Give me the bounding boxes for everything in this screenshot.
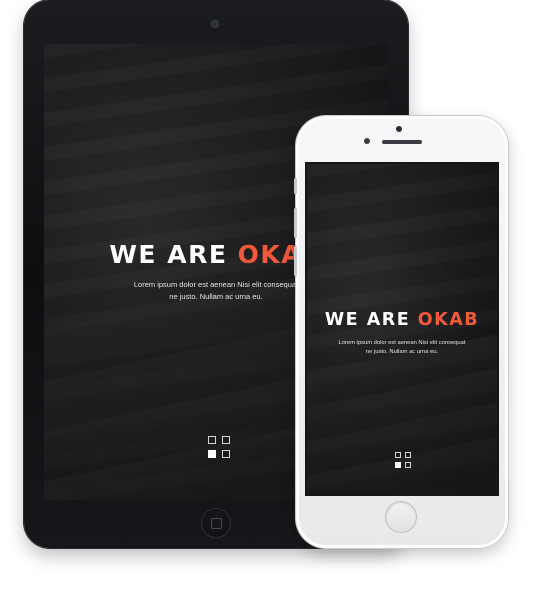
phone-device: WE ARE OKAB Lorem ipsum dolor est aenean… (294, 116, 508, 548)
slider-dot-active[interactable] (208, 450, 216, 458)
device-mockup-stage: WE ARE OKAB Lorem ipsum dolor est aenean… (0, 0, 540, 590)
hero-subtitle: Lorem ipsum dolor est aenean Nisi elit c… (327, 339, 477, 357)
phone-camera-icon (396, 126, 402, 132)
tablet-camera-icon (211, 20, 219, 28)
hero-subtitle-line: Lorem ipsum dolor est aenean Nisi elit c… (338, 340, 466, 346)
hero-section: WE ARE OKAB Lorem ipsum dolor est aenean… (307, 310, 497, 357)
slider-dot[interactable] (208, 436, 216, 444)
phone-volume-up (294, 208, 297, 238)
slider-dots (208, 436, 230, 458)
hero-title-main: WE ARE (324, 310, 418, 330)
slider-dot[interactable] (405, 462, 411, 468)
tablet-home-button-icon[interactable] (201, 508, 231, 538)
hero-title-accent: OKAB (417, 310, 480, 330)
phone-mute-switch (294, 178, 297, 194)
hero-title-main: WE ARE (109, 240, 238, 269)
hero-subtitle-line: ne justo. Nullam ac urna eu. (365, 349, 439, 355)
phone-home-button-icon[interactable] (386, 502, 416, 532)
phone-volume-down (294, 246, 297, 276)
hero-title: WE ARE OKAB (307, 310, 497, 330)
slider-dots (395, 452, 411, 468)
slider-dot[interactable] (222, 436, 230, 444)
slider-dot[interactable] (395, 452, 401, 458)
phone-speaker-icon (382, 140, 422, 144)
slider-dot[interactable] (405, 452, 411, 458)
phone-screen: WE ARE OKAB Lorem ipsum dolor est aenean… (307, 164, 497, 494)
slider-dot-active[interactable] (395, 462, 401, 468)
slider-dot[interactable] (222, 450, 230, 458)
phone-sensor-icon (364, 138, 370, 144)
